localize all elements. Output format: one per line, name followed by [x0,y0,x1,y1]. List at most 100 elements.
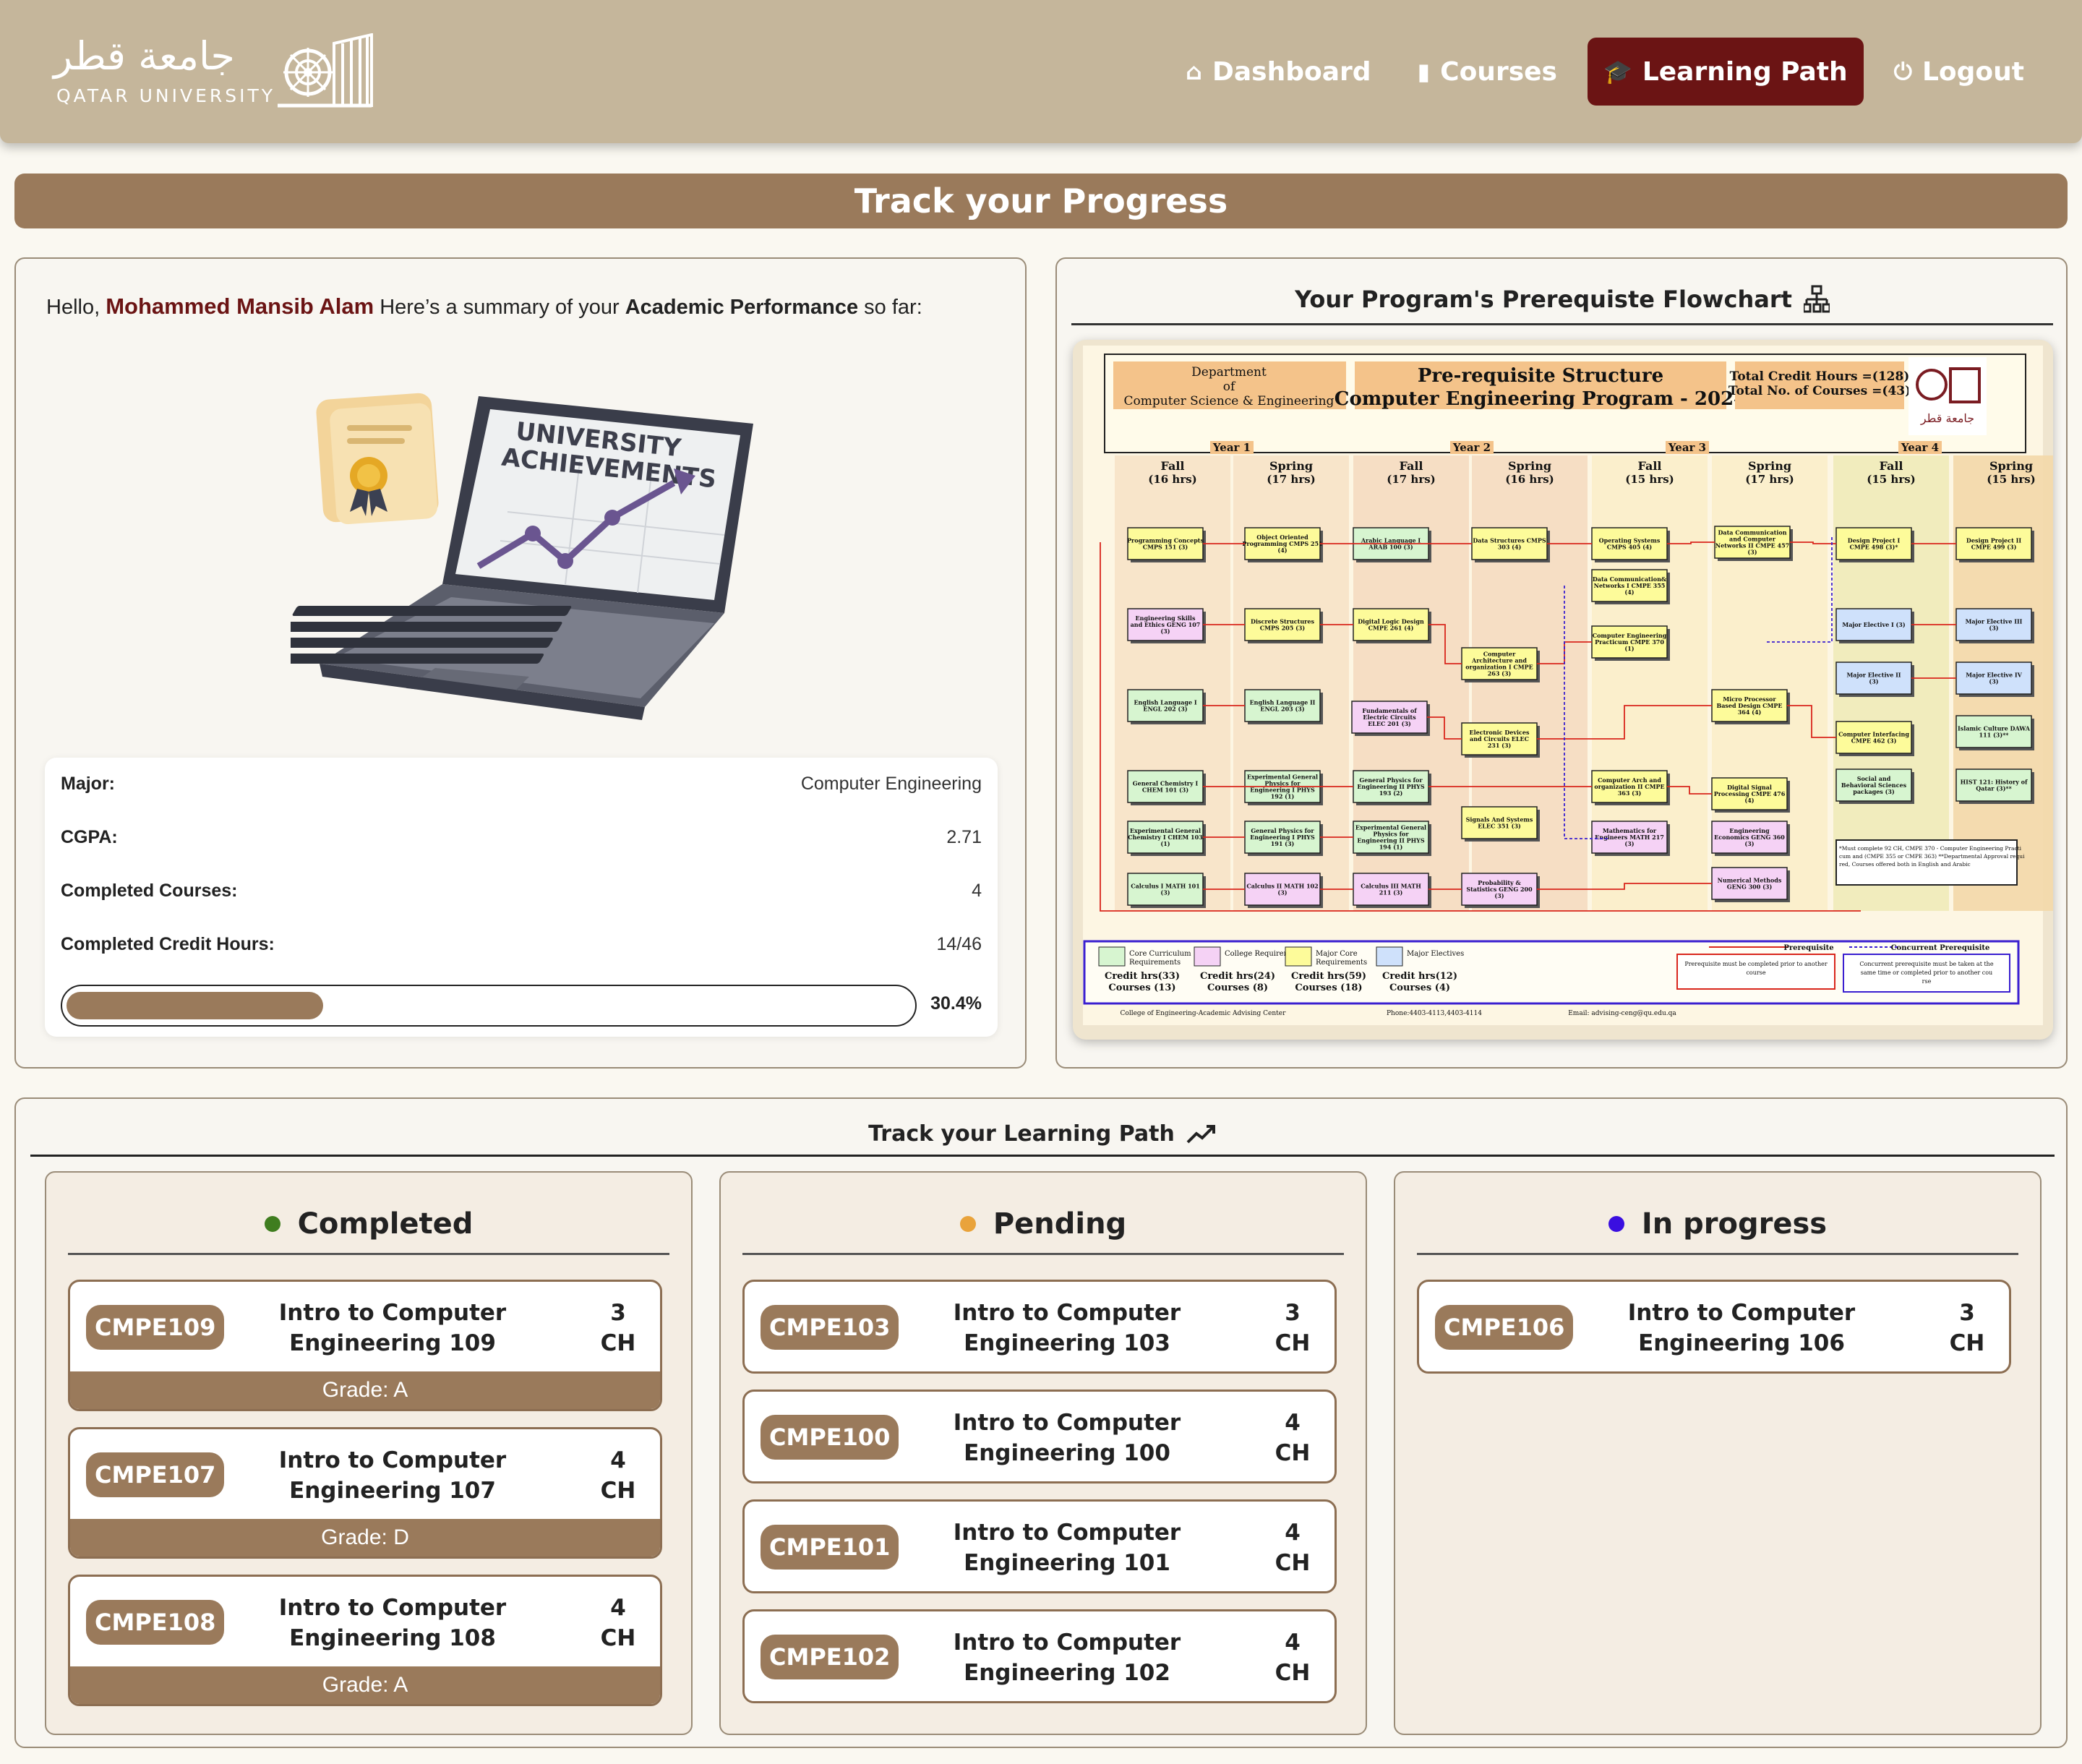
in-progress-column: In progress CMPE106 Intro to Computer Eng… [1394,1171,2042,1735]
legend-credits: Credit hrs(33) [1105,971,1180,982]
course-card[interactable]: CMPE101 Intro to Computer Engineering 101… [742,1499,1337,1593]
course-credit-hours: 4 CH [1275,1520,1311,1576]
flowchart-course-text: (3) [1277,889,1287,896]
flowchart-course-text: CMPE 261 (4) [1368,625,1414,632]
flowchart-course-text: CMPE 499 (3) [1971,544,2017,551]
mini-logo-text: جامعة قطر [1920,411,1974,425]
year-label: Year 1 [1212,441,1251,454]
semester-term: Fall [1399,459,1423,473]
totals-line2: Total No. of Courses =(43) [1728,384,1911,398]
logo-arabic-text: جامعة قطر [53,33,235,79]
completed-column-title: Completed [297,1207,474,1241]
flowchart-course-text: CMPS 205 (3) [1260,625,1306,632]
course-card[interactable]: CMPE109 Intro to Computer Engineering 109… [68,1280,662,1411]
graduation-cap-icon: 🎓 [1603,58,1632,85]
credit-hours-label: Completed Credit Hours: [61,934,275,954]
flowchart-course-text: GENG 300 (3) [1727,883,1773,891]
flowchart-footer-text: Email: advising-ceng@qu.edu.qa [1568,1010,1676,1017]
concurrent-note-text: Concurrent prerequisite must be taken at… [1859,961,1993,967]
flowchart-course-text: 364 (4) [1738,708,1762,716]
legend-credits: Credit hrs(24) [1200,971,1275,982]
concurrent-note-text: rse [1922,978,1932,985]
course-grade: Grade: A [70,1371,660,1409]
legend-label: Requirements [1129,959,1181,967]
course-name: Intro to Computer Engineering 102 [953,1630,1181,1686]
status-dot-icon [959,1215,976,1232]
semester-hours: (16 hrs) [1505,473,1554,486]
legend-swatch [1376,946,1403,967]
course-code-badge: CMPE109 [86,1305,225,1350]
flowchart-heading: Your Program's Prerequiste Flowchart [1071,275,2053,325]
nav-courses[interactable]: ▮ Courses [1402,38,1573,106]
legend-label: Major Core [1316,950,1358,958]
logo-english-text: QATAR UNIVERSITY [56,85,276,106]
semester-hours: (17 hrs) [1745,473,1794,486]
nav-dashboard-label: Dashboard [1212,56,1371,87]
course-card-body: CMPE107 Intro to Computer Engineering 107… [70,1429,660,1519]
course-credit-hours: 4 CH [600,1595,636,1651]
course-card[interactable]: CMPE102 Intro to Computer Engineering 102… [742,1609,1337,1703]
semester-term: Spring [1508,459,1551,473]
progress-fill [67,992,324,1019]
course-card[interactable]: CMPE103 Intro to Computer Engineering 103… [742,1280,1337,1374]
department-text: Department [1191,365,1267,380]
book-icon: ▮ [1417,58,1431,85]
nav-learning-path[interactable]: 🎓 Learning Path [1587,38,1864,106]
course-name: Intro to Computer Engineering 101 [953,1520,1181,1576]
flowchart-course-text: (3) [1989,678,1998,685]
course-name: Intro to Computer Engineering 108 [278,1595,507,1651]
nav-learning-path-label: Learning Path [1642,56,1848,87]
qatar-university-logo[interactable]: جامعة قطر QATAR UNIVERSITY [53,33,386,114]
flowchart-course-text: (4) [1624,588,1634,596]
semester-hours: (15 hrs) [1987,473,2036,486]
flowchart-course-text: ELEC 201 (3) [1368,720,1411,727]
prerequisite-flowchart-image[interactable]: Department of Computer Science & Engineeri… [1073,340,2053,1040]
course-name: Intro to Computer Engineering 107 [278,1447,507,1504]
flowchart-course-text: (3) [1160,628,1170,635]
nav-logout[interactable]: ⏻ Logout [1878,38,2040,106]
credit-hours-row: Completed Credit Hours: 14/46 [61,934,982,963]
flowchart-course-text: CMPS 405 (4) [1607,544,1653,551]
semester-term: Fall [1637,459,1661,473]
course-card[interactable]: CMPE100 Intro to Computer Engineering 100… [742,1390,1337,1483]
flowchart-heading-line1: Pre-requisite Structure [1418,365,1663,387]
course-grade: Grade: A [70,1666,660,1704]
semester-hours: (15 hrs) [1867,473,1916,486]
completed-courses-row: Completed Courses: 4 [61,881,982,909]
flowchart-course-text: 363 (3) [1618,789,1642,797]
flowchart-course-text: ENGL 203 (3) [1260,706,1304,713]
course-code-badge: CMPE106 [1435,1305,1574,1350]
course-card-body: CMPE109 Intro to Computer Engineering 109… [70,1282,660,1371]
semester-hours: (17 hrs) [1267,473,1316,486]
legend-swatch [1194,946,1221,967]
nav-dashboard[interactable]: ⌂ Dashboard [1170,38,1387,106]
sitemap-icon [1803,285,1830,312]
semester-hours: (15 hrs) [1625,473,1674,486]
semester-hours: (17 hrs) [1387,473,1436,486]
university-achievements-illustration: UNIVERSITY ACHIEVEMENTS [291,393,753,720]
legend-label: Major Electives [1407,950,1464,958]
major-row: Major: Computer Engineering [61,774,982,802]
course-code-badge: CMPE102 [761,1635,899,1679]
flowchart-course-text: packages (3) [1853,788,1895,795]
course-code-badge: CMPE103 [761,1305,899,1350]
legend-courses: Courses (13) [1108,982,1175,993]
flowchart-course-text: (1) [1624,645,1634,652]
flowchart-course-text: 194 (1) [1379,844,1403,851]
year-label: Year 3 [1668,441,1706,454]
semester-term: Spring [1748,459,1791,473]
pending-column-title: Pending [993,1207,1127,1241]
legend-swatch [1285,946,1312,967]
course-card[interactable]: CMPE108 Intro to Computer Engineering 108… [68,1575,662,1706]
course-code-badge: CMPE101 [761,1525,899,1570]
notes-text: red, Courses offered both in English and… [1839,861,1971,868]
course-card[interactable]: CMPE107 Intro to Computer Engineering 107… [68,1427,662,1559]
progress-percent-label: 30.4% [930,993,982,1014]
completed-column: Completed CMPE109 Intro to Computer Engin… [45,1171,693,1735]
course-card[interactable]: CMPE106 Intro to Computer Engineering 106… [1417,1280,2011,1374]
prereq-note-text: Prerequisite must be completed prior to … [1684,961,1828,967]
course-credit-hours: 3 CH [1949,1300,1985,1356]
course-card-body: CMPE108 Intro to Computer Engineering 108… [70,1577,660,1666]
flowchart-course-text: ENGL 202 (3) [1143,706,1187,713]
course-card-body: CMPE100 Intro to Computer Engineering 100… [745,1392,1335,1481]
